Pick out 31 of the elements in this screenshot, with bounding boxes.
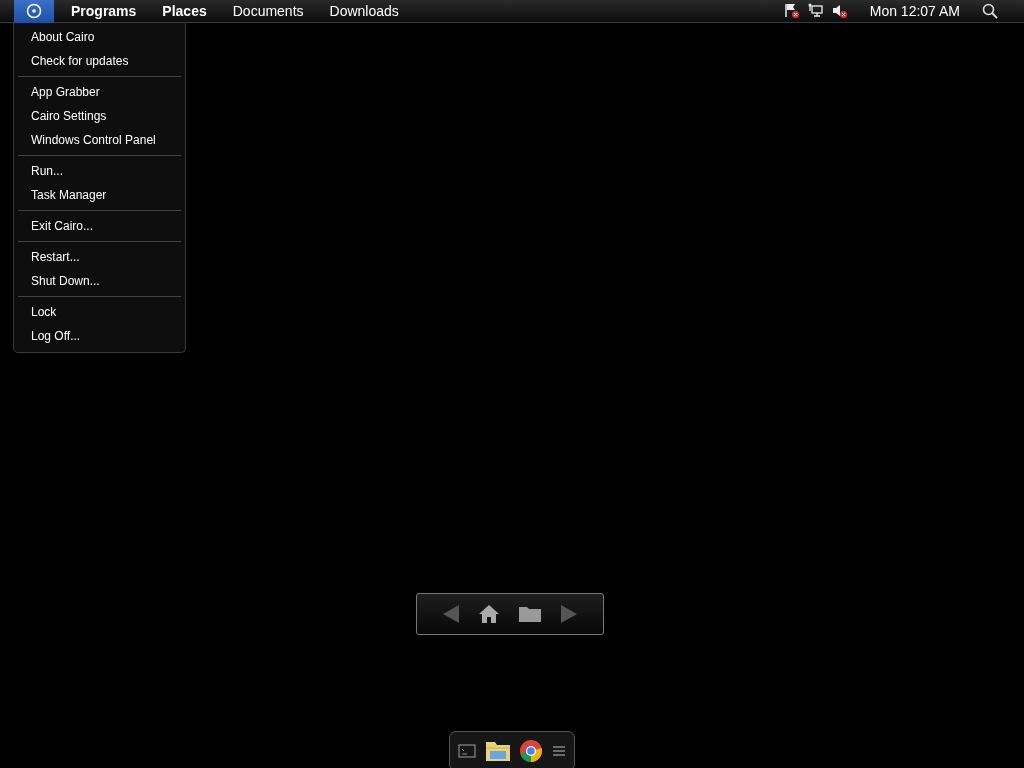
menu-item[interactable]: Windows Control Panel <box>14 128 185 152</box>
browser-icon[interactable] <box>519 739 544 763</box>
menu-item[interactable]: Log Off... <box>14 324 185 348</box>
flag-icon[interactable] <box>783 3 800 19</box>
menu-item[interactable]: Downloads <box>316 0 412 22</box>
back-arrow-icon[interactable] <box>443 605 459 623</box>
forward-arrow-icon[interactable] <box>561 605 577 623</box>
menu-item[interactable]: Programs <box>58 0 150 22</box>
menu-item[interactable]: About Cairo <box>14 25 185 49</box>
menu-item[interactable]: App Grabber <box>14 80 185 104</box>
terminal-icon[interactable] <box>458 743 477 759</box>
folder-icon[interactable] <box>484 739 511 763</box>
menu-item[interactable]: Exit Cairo... <box>14 214 185 238</box>
menu-item[interactable]: Lock <box>14 300 185 324</box>
home-icon[interactable] <box>479 605 499 623</box>
menu-icon[interactable] <box>551 744 566 758</box>
network-icon[interactable] <box>807 3 824 19</box>
start-button[interactable] <box>14 0 54 23</box>
menu-item[interactable]: Check for updates <box>14 49 185 73</box>
menu-item[interactable]: Documents <box>219 0 317 22</box>
menu-item[interactable]: Task Manager <box>14 183 185 207</box>
cairo-logo-icon <box>26 3 42 19</box>
menu-item[interactable]: Run... <box>14 159 185 183</box>
folder-icon[interactable] <box>519 606 541 622</box>
menu-item[interactable]: Restart... <box>14 245 185 269</box>
menu-item[interactable]: Places <box>149 0 220 22</box>
clock[interactable]: Mon 12:07 AM <box>869 0 960 22</box>
menu-item[interactable]: Shut Down... <box>14 269 185 293</box>
menu-item[interactable]: Cairo Settings <box>14 104 185 128</box>
search-icon[interactable] <box>982 3 998 19</box>
speaker-icon[interactable] <box>831 3 848 19</box>
